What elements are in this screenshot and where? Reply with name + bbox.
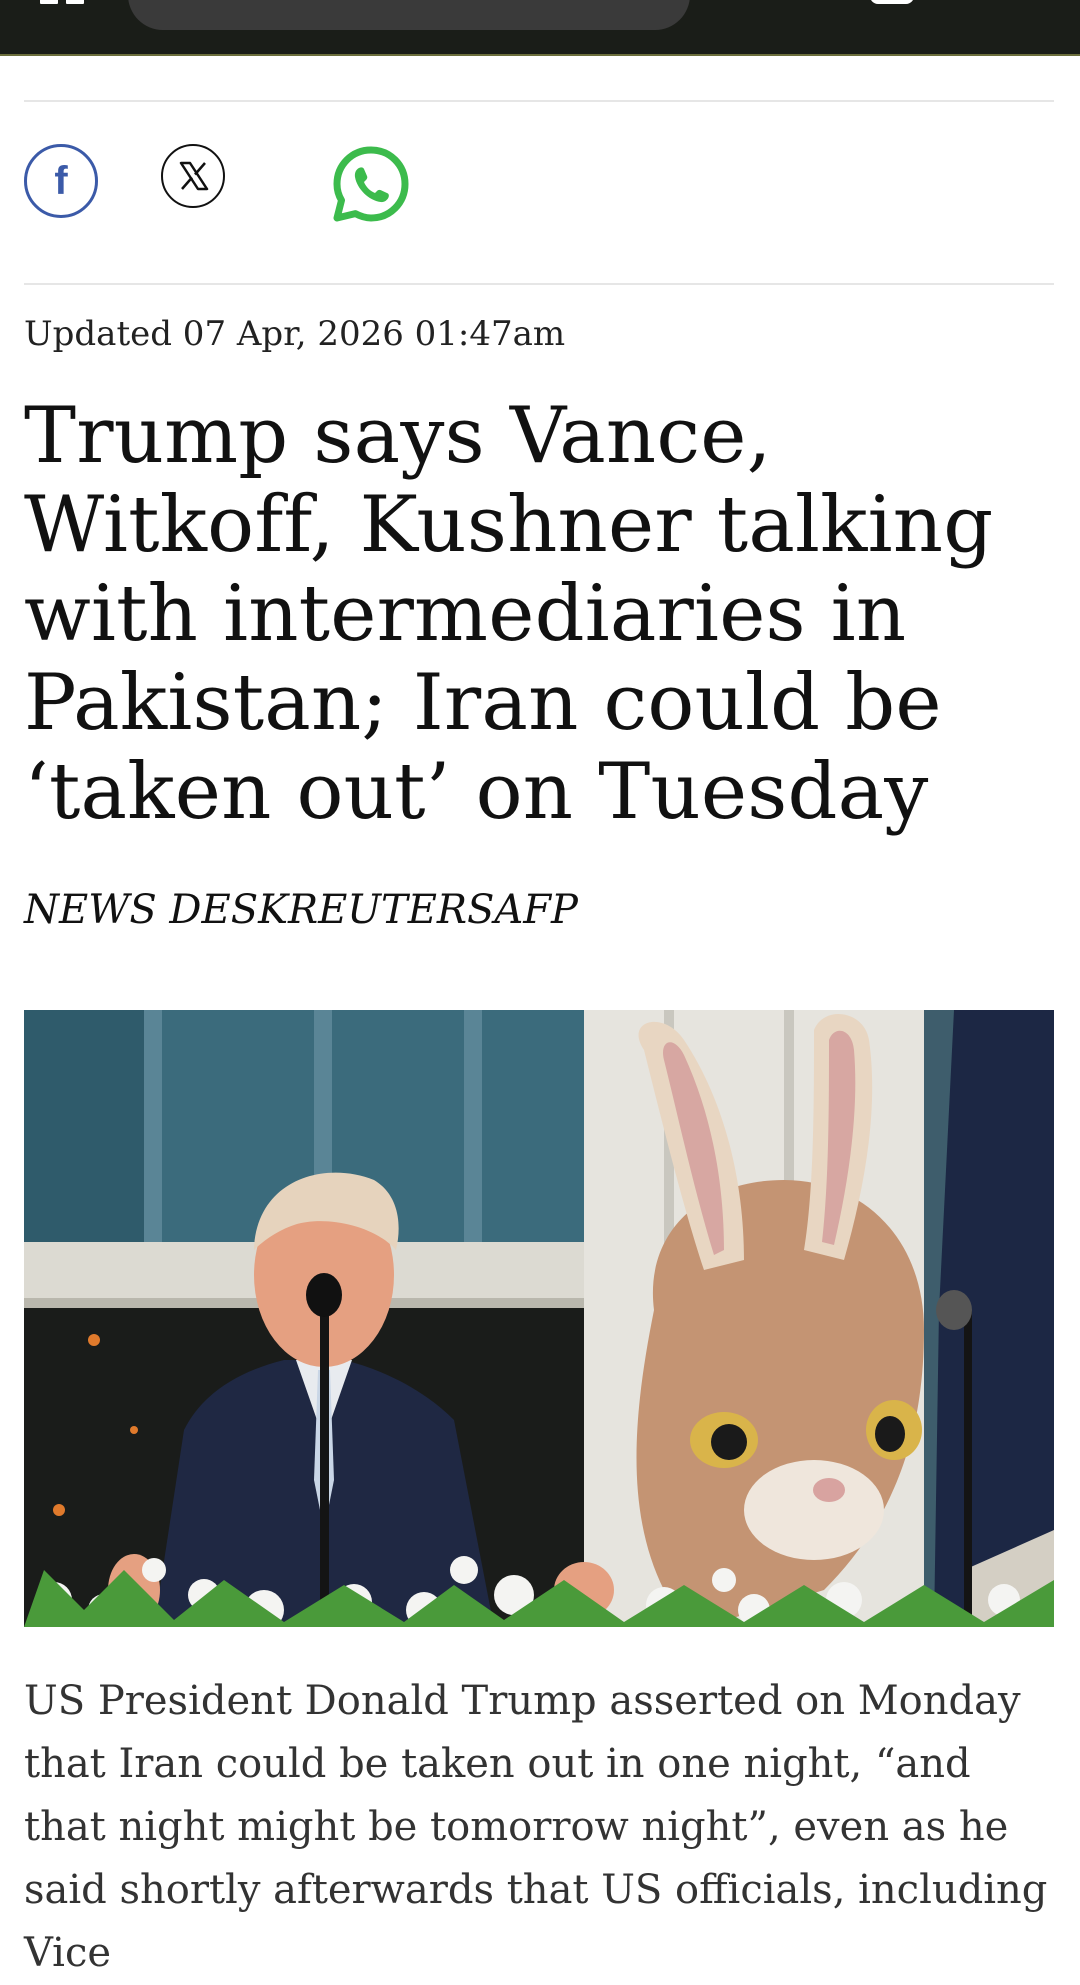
article-headline: Trump says Vance, Witkoff, Kushner talki… <box>24 391 994 837</box>
divider <box>24 283 1054 285</box>
article-hero-image[interactable] <box>24 1010 1054 1627</box>
toolbar-icon[interactable] <box>870 0 914 4</box>
whatsapp-icon[interactable] <box>331 144 411 224</box>
updated-timestamp: Updated 07 Apr, 2026 01:47am <box>24 314 566 354</box>
divider <box>24 100 1054 102</box>
menu-icon[interactable] <box>40 0 84 4</box>
share-buttons: f <box>24 144 444 224</box>
x-icon[interactable] <box>161 144 225 208</box>
search-bar[interactable] <box>128 0 690 30</box>
facebook-icon[interactable]: f <box>24 144 98 218</box>
article-body: US President Donald Trump asserted on Mo… <box>24 1678 1048 1976</box>
article-byline: NEWS DESKREUTERSAFP <box>24 887 578 933</box>
top-nav-bar <box>0 0 1080 56</box>
